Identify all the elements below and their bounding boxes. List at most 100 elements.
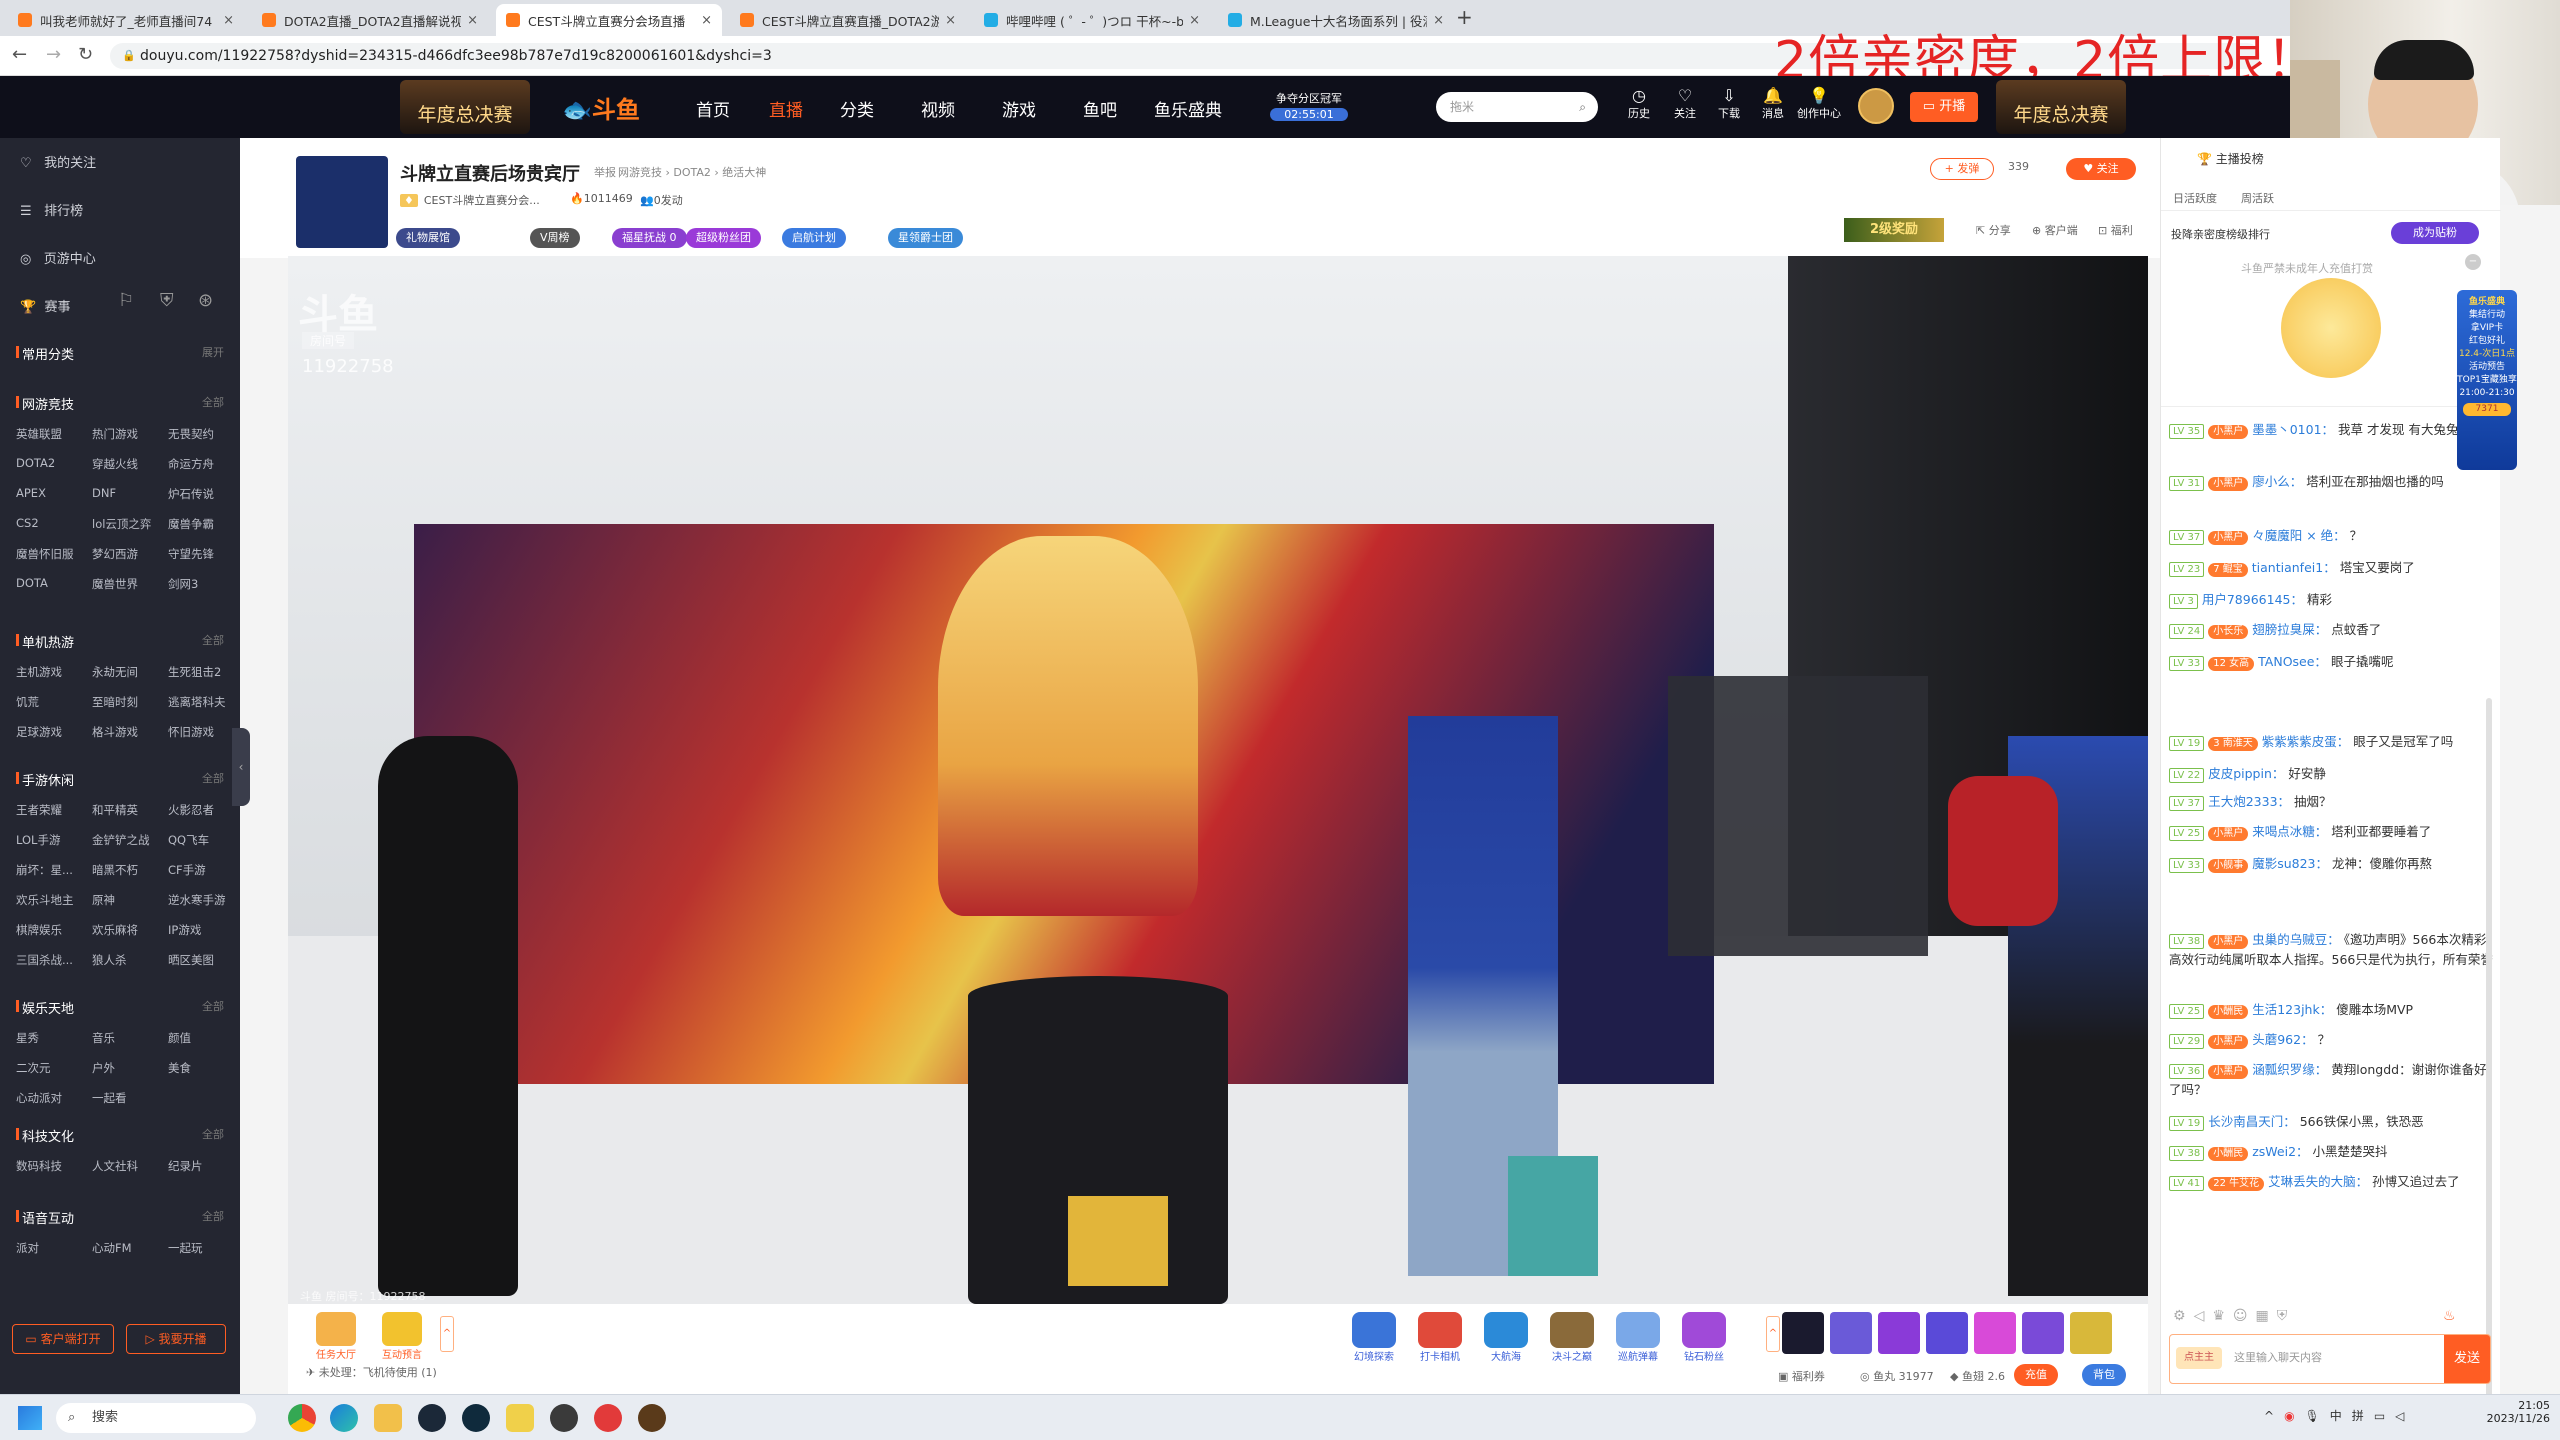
chat-username[interactable]: tiantianfei1： (2252, 560, 2336, 575)
client-open-button[interactable]: ▭ 客户端打开 (12, 1324, 114, 1354)
fan-badge[interactable]: 小酬民 (2208, 1147, 2249, 1161)
sidebar-section-more[interactable]: 全部 (202, 770, 224, 786)
sidebar-category-item[interactable]: 金铲铲之战 (92, 832, 150, 848)
task-hall-button[interactable]: 任务大厅 (306, 1312, 366, 1361)
edge-icon[interactable] (330, 1404, 358, 1432)
chat-username[interactable]: 王大炮2333： (2208, 794, 2290, 809)
chat-username[interactable]: 长沙南昌天门： (2208, 1114, 2296, 1129)
gift-thumbnail[interactable] (1830, 1312, 1872, 1354)
volume-icon[interactable]: ◁ (2395, 1409, 2414, 1423)
sidebar-category-item[interactable]: 火影忍者 (168, 802, 214, 818)
chat-username[interactable]: 头蘑962： (2252, 1032, 2313, 1047)
sidebar-section-title[interactable]: 语音互动 (15, 1208, 74, 1227)
sidebar-category-item[interactable]: APEX (16, 486, 46, 500)
sidebar-section-more[interactable]: 全部 (202, 632, 224, 648)
sidebar-category-item[interactable]: 剑网3 (168, 576, 198, 592)
room-pill[interactable]: 星领爵士团 (888, 228, 963, 248)
sidebar-section-title[interactable]: 网游竞技 (15, 394, 74, 413)
sidebar-section-more[interactable]: 全部 (202, 394, 224, 410)
start-live-button[interactable]: ▷ 我要开播 (126, 1324, 226, 1354)
nav-home[interactable]: 首页 (696, 96, 730, 121)
interaction-predict-button[interactable]: 互动预言 (372, 1312, 432, 1361)
recharge-button[interactable]: 充值 (2014, 1364, 2058, 1386)
close-tab-icon[interactable]: × (701, 13, 712, 28)
room-pill[interactable]: 礼物展馆 (396, 228, 460, 248)
sidebar-category-item[interactable]: 崩坏：星... (16, 862, 73, 878)
chat-username[interactable]: 墨墨丶0101： (2252, 422, 2334, 437)
search-icon[interactable]: ⌕ (1579, 92, 1586, 122)
gift-button[interactable]: 巡航弹幕 (1608, 1312, 1668, 1363)
sidebar-section-more[interactable]: 全部 (202, 998, 224, 1014)
sidebar-category-item[interactable]: 和平精英 (92, 802, 138, 818)
gift-thumbnail[interactable] (1926, 1312, 1968, 1354)
sidebar-category-item[interactable]: 英雄联盟 (16, 426, 62, 442)
gift-thumbnail[interactable] (1974, 1312, 2016, 1354)
sidebar-category-item[interactable]: 三国杀战... (16, 952, 73, 968)
sidebar-category-item[interactable]: 主机游戏 (16, 664, 62, 680)
fan-badge[interactable]: 小长乐 (2208, 625, 2249, 639)
banner-right[interactable]: 年度总决赛 (1996, 80, 2126, 134)
sidebar-category-item[interactable]: 颜值 (168, 1030, 191, 1046)
chrome-icon[interactable] (288, 1404, 316, 1432)
sidebar-item-following[interactable]: ♡ 我的关注 (20, 152, 96, 171)
sidebar-category-item[interactable]: 一起玩 (168, 1240, 203, 1256)
expand-left-button[interactable]: ^ (440, 1316, 454, 1352)
sidebar-category-item[interactable]: 欢乐麻将 (92, 922, 138, 938)
sidebar-category-item[interactable]: 魔兽怀旧服 (16, 546, 74, 562)
reload-icon[interactable]: ↻ (78, 44, 93, 65)
become-fan-button[interactable]: 成为贴粉 (2391, 222, 2479, 244)
steam-icon[interactable] (418, 1404, 446, 1432)
report-link[interactable]: 举报 (594, 164, 616, 180)
search-input[interactable]: 拖米 ⌕ (1436, 92, 1598, 122)
follow-button[interactable]: ♡ 关注 (1672, 86, 1698, 121)
nav-live[interactable]: 直播 (769, 96, 803, 121)
breadcrumb[interactable]: 网游竞技 › DOTA2 › 绝活大神 (618, 164, 766, 180)
sidebar-category-item[interactable]: 人文社科 (92, 1158, 138, 1174)
send-button[interactable]: 发送 (2444, 1335, 2490, 1383)
close-tab-icon[interactable]: × (945, 13, 956, 28)
room-pill[interactable]: 启航计划 (782, 228, 846, 248)
welfare-button[interactable]: ⊡ 福利 (2098, 222, 2133, 238)
chat-input-box[interactable]: 点主主 这里输入聊天内容 发送 (2169, 1334, 2491, 1384)
sidebar-category-item[interactable]: 晒区美图 (168, 952, 214, 968)
sidebar-category-item[interactable]: 饥荒 (16, 694, 39, 710)
sidebar-category-item[interactable]: 魔兽世界 (92, 576, 138, 592)
nav-fishbar[interactable]: 鱼吧 (1083, 96, 1117, 121)
new-tab-icon[interactable]: + (1456, 5, 1473, 29)
sidebar-category-item[interactable]: 美食 (168, 1060, 191, 1076)
close-tab-icon[interactable]: × (1189, 13, 1200, 28)
taskbar-search[interactable]: ⌕ 搜索 (56, 1403, 256, 1433)
chat-username[interactable]: 用户78966145： (2202, 592, 2303, 607)
sidebar-category-item[interactable]: LOL手游 (16, 832, 60, 848)
sidebar-category-item[interactable]: 梦幻西游 (92, 546, 138, 562)
chat-input[interactable]: 这里输入聊天内容 (2234, 1349, 2322, 1365)
room-pill[interactable]: V周榜 (530, 228, 580, 248)
event-logo-icon[interactable]: ⛨ (160, 290, 174, 311)
fan-badge[interactable]: 22 牛艾花 (2208, 1177, 2265, 1191)
settings-icon[interactable]: ⚙ (2173, 1308, 2194, 1324)
history-button[interactable]: ◷ 历史 (1626, 86, 1652, 121)
follow-streamer-button[interactable]: ♥ 关注 (2066, 158, 2136, 180)
app-icon[interactable] (638, 1404, 666, 1432)
room-pill[interactable]: 福星抚战 0 (612, 228, 687, 248)
browser-tab[interactable]: DOTA2直播_DOTA2直播解说视 × (252, 4, 488, 36)
sidebar-category-item[interactable]: CS2 (16, 516, 39, 530)
anchor-task-link[interactable]: 🏆 主播投榜 (2197, 150, 2264, 167)
chat-username[interactable]: 来喝点冰糖： (2252, 824, 2327, 839)
app-icon[interactable] (550, 1404, 578, 1432)
clock[interactable]: 21:05 2023/11/26 (2480, 1399, 2550, 1425)
sidebar-category-item[interactable]: 心动派对 (16, 1090, 62, 1106)
gift-thumbnail[interactable] (1878, 1312, 1920, 1354)
speaker-icon[interactable]: ◁ (2194, 1308, 2213, 1324)
browser-tab[interactable]: CEST斗牌立直赛直播_DOTA2游 × (730, 4, 966, 36)
client-button[interactable]: ⊕ 客户端 (2032, 222, 2078, 238)
sidebar-category-item[interactable]: IP游戏 (168, 922, 201, 938)
sidebar-category-item[interactable]: 至暗时刻 (92, 694, 138, 710)
chat-username[interactable]: 涵瓢织罗缘： (2252, 1062, 2327, 1077)
sidebar-category-item[interactable]: 逃离塔科夫 (168, 694, 226, 710)
sidebar-section-more[interactable]: 全部 (202, 1126, 224, 1142)
sidebar-section-title[interactable]: 手游休闲 (15, 770, 74, 789)
chat-username[interactable]: TANOsee： (2258, 654, 2327, 669)
network-icon[interactable]: ▭ (2374, 1409, 2395, 1423)
chat-username[interactable]: 翅膀拉臭屎： (2252, 622, 2327, 637)
